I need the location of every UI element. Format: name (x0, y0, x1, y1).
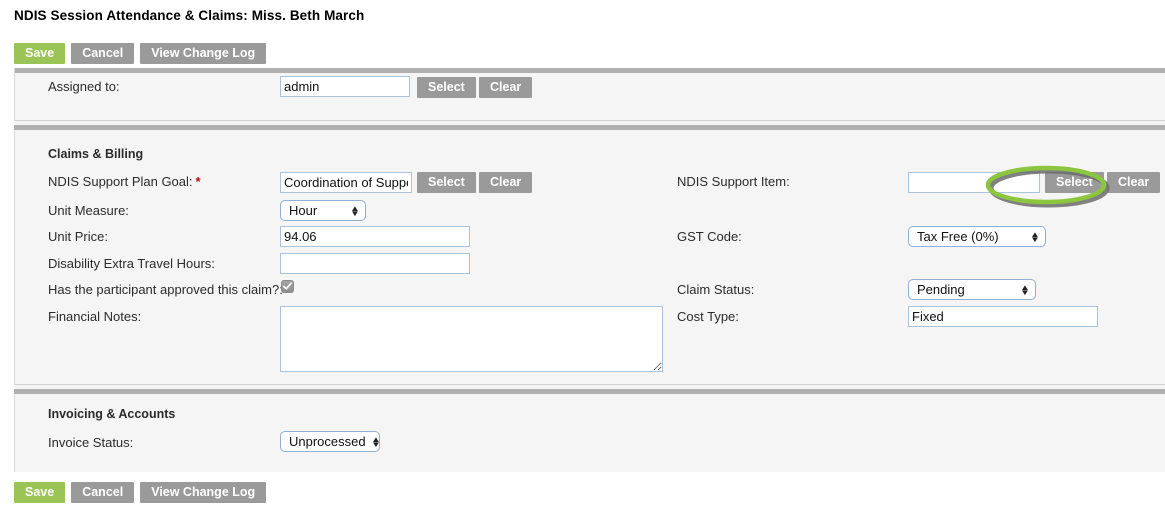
page-title: NDIS Session Attendance & Claims: Miss. … (14, 8, 365, 23)
save-button-top[interactable]: Save (14, 43, 66, 64)
unit-price-input[interactable] (280, 226, 470, 247)
view-change-log-button-top[interactable]: View Change Log (140, 43, 267, 64)
section-divider-2 (14, 384, 1165, 394)
participant-approved-checkbox[interactable] (281, 280, 294, 293)
panel-top-bar (14, 68, 1165, 73)
required-asterisk: * (195, 174, 201, 189)
bottom-toolbar: Save Cancel View Change Log (14, 482, 267, 503)
gst-code-label: GST Code: (677, 229, 742, 244)
support-plan-goal-select-button[interactable]: Select (417, 172, 476, 193)
financial-notes-textarea[interactable] (280, 306, 663, 372)
section-divider-1 (14, 120, 1165, 130)
claim-status-select[interactable]: Pending ▲ ▼ (908, 279, 1036, 300)
support-item-select-button[interactable]: Select (1045, 172, 1104, 193)
support-plan-goal-label: NDIS Support Plan Goal: * (48, 174, 201, 189)
support-plan-goal-input[interactable] (280, 172, 412, 193)
unit-measure-label: Unit Measure: (48, 203, 129, 218)
unit-measure-select[interactable]: Hour ▲ ▼ (280, 200, 366, 221)
top-toolbar: Save Cancel View Change Log (14, 43, 267, 64)
support-plan-goal-clear-button[interactable]: Clear (479, 172, 533, 193)
invoicing-accounts-heading: Invoicing & Accounts (48, 407, 176, 421)
invoice-status-label: Invoice Status: (48, 435, 134, 450)
assigned-to-select-button[interactable]: Select (417, 77, 476, 98)
support-item-label: NDIS Support Item: (677, 174, 790, 189)
support-item-clear-button[interactable]: Clear (1107, 172, 1161, 193)
unit-price-label: Unit Price: (48, 229, 108, 244)
support-plan-goal-label-text: NDIS Support Plan Goal: (48, 174, 193, 189)
form-panel: Assigned to: Select Clear Claims & Billi… (14, 68, 1165, 472)
participant-approved-label: Has the participant approved this claim?… (48, 282, 283, 297)
support-item-input[interactable] (908, 172, 1040, 193)
assigned-to-label: Assigned to: (48, 79, 120, 94)
travel-hours-input[interactable] (280, 253, 470, 274)
stepper-arrows-icon: ▲ ▼ (370, 434, 381, 449)
stepper-arrows-icon: ▲ ▼ (1030, 229, 1040, 244)
checkmark-icon (283, 282, 292, 290)
gst-code-select[interactable]: Tax Free (0%) ▲ ▼ (908, 226, 1046, 247)
unit-measure-value: Hour (289, 203, 318, 218)
financial-notes-label: Financial Notes: (48, 309, 142, 324)
cancel-button-bottom[interactable]: Cancel (71, 482, 135, 503)
claims-billing-heading: Claims & Billing (48, 147, 144, 161)
invoice-status-select[interactable]: Unprocessed ▲ ▼ (280, 431, 381, 452)
invoice-status-value: Unprocessed (289, 434, 366, 449)
cost-type-label: Cost Type: (677, 309, 739, 324)
view-change-log-button-bottom[interactable]: View Change Log (140, 482, 267, 503)
save-button-bottom[interactable]: Save (14, 482, 66, 503)
cancel-button-top[interactable]: Cancel (71, 43, 135, 64)
assigned-to-input[interactable] (280, 76, 410, 97)
gst-code-value: Tax Free (0%) (917, 229, 999, 244)
travel-hours-label: Disability Extra Travel Hours: (48, 256, 215, 271)
stepper-arrows-icon: ▲ ▼ (350, 203, 360, 218)
claim-status-label: Claim Status: (677, 282, 755, 297)
stepper-arrows-icon: ▲ ▼ (1020, 282, 1030, 297)
cost-type-input[interactable] (908, 306, 1098, 327)
claim-status-value: Pending (917, 282, 965, 297)
assigned-to-clear-button[interactable]: Clear (479, 77, 533, 98)
